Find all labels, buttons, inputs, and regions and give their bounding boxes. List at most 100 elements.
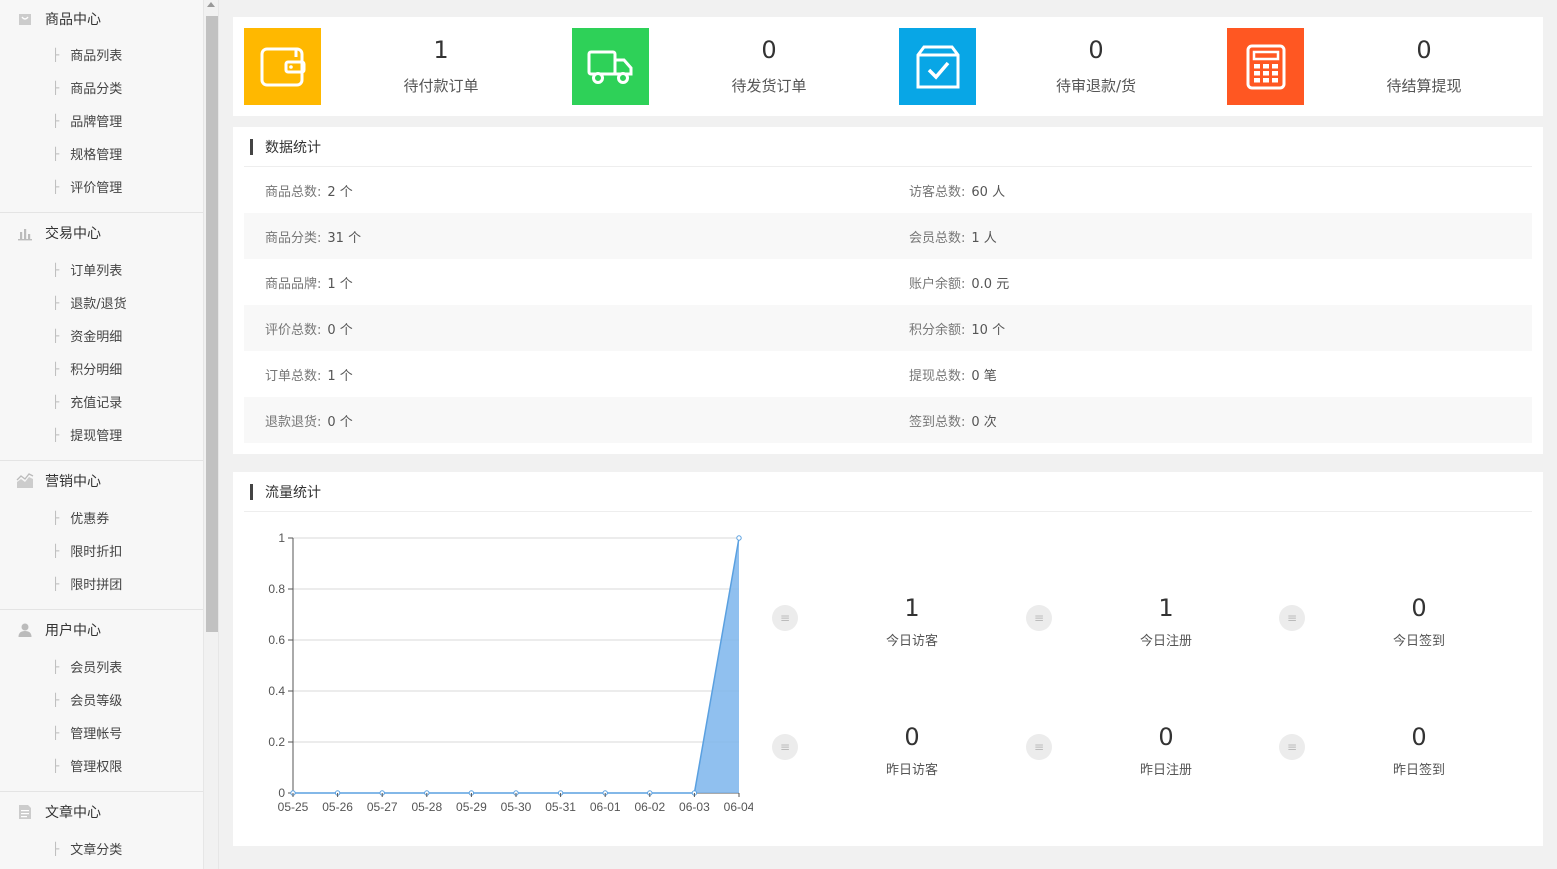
chart-y-tick-label: 0: [278, 786, 285, 800]
tree-branch-icon: ├: [52, 510, 60, 525]
sidebar-group: 营销中心 ├ 优惠券 ├ 限时折扣 ├ 限时拼团: [0, 461, 203, 610]
chart-y-tick-label: 0.6: [268, 633, 285, 647]
menu-lines-icon: ≡: [772, 734, 798, 760]
sidebar-group-header[interactable]: 商品中心: [0, 0, 203, 38]
stats-value: 0 个: [327, 415, 353, 430]
sidebar-item-label: 优惠券: [70, 512, 110, 527]
tree-branch-icon: ├: [52, 113, 60, 128]
traffic-stat-label: 昨日签到: [1392, 763, 1445, 778]
stats-cell: 账户余额: 0.0 元: [909, 273, 1009, 292]
sidebar-item-label: 管理权限: [70, 760, 123, 775]
trend-chart-icon: [16, 472, 34, 490]
sidebar-item[interactable]: ├ 积分明细: [0, 352, 203, 385]
stats-value: 2 个: [327, 185, 353, 200]
stats-value: 0 次: [971, 415, 997, 430]
sidebar: 商品中心 ├ 商品列表 ├ 商品分类 ├ 品牌管理 ├ 规格管理 ├ 评价管理 交易中心 ├ 订单列表 ├ 退…: [0, 0, 203, 869]
summary-card[interactable]: 0 待发货订单: [572, 28, 892, 105]
stats-row: 商品分类: 31 个 会员总数: 1 人: [244, 213, 1532, 259]
summary-card[interactable]: 0 待结算提现: [1227, 28, 1547, 105]
sidebar-group-title: 交易中心: [45, 226, 101, 242]
chart-x-tick-label: 05-29: [456, 800, 487, 814]
traffic-stat-label: 今日注册: [1139, 634, 1192, 649]
sidebar-item-label: 品牌管理: [70, 115, 123, 130]
traffic-chart: 0 0.2 0.4 0.6 0.8 1 05-25 05-26 05-27 05-28 05-29 0…: [268, 531, 753, 814]
sidebar-item[interactable]: ├ 限时折扣: [0, 534, 203, 567]
stats-key: 账户余额:: [909, 277, 966, 292]
sidebar-scrollbar[interactable]: [203, 0, 219, 869]
chart-x-tick-label: 05-28: [411, 800, 442, 814]
scroll-up-arrow-icon[interactable]: [207, 2, 215, 7]
tree-branch-icon: ├: [52, 758, 60, 773]
sidebar-group-header[interactable]: 文章中心: [0, 792, 203, 832]
stats-cell: 积分余额: 10 个: [909, 319, 1005, 338]
bar-chart-icon: [16, 224, 34, 242]
sidebar-item[interactable]: ├ 商品列表: [0, 38, 203, 71]
sidebar-item-label: 充值记录: [70, 396, 123, 411]
tree-branch-icon: ├: [52, 295, 60, 310]
sidebar-item[interactable]: ├ 商品分类: [0, 71, 203, 104]
sidebar-item-label: 会员列表: [70, 661, 123, 676]
sidebar-item[interactable]: ├ 优惠券: [0, 501, 203, 534]
sidebar-item[interactable]: ├ 管理权限: [0, 749, 203, 782]
chart-x-tick-label: 05-26: [322, 800, 353, 814]
sidebar-item[interactable]: ├ 退款/退货: [0, 286, 203, 319]
sidebar-item-label: 评价管理: [70, 181, 123, 196]
menu-lines-icon: ≡: [1026, 734, 1052, 760]
sidebar-group-header[interactable]: 交易中心: [0, 213, 203, 253]
check-box-icon: [899, 28, 976, 105]
traffic-stat: ≡ 0 今日签到: [1279, 588, 1533, 658]
sidebar-group: 用户中心 ├ 会员列表 ├ 会员等级 ├ 管理帐号 ├ 管理权限: [0, 610, 203, 792]
tree-branch-icon: ├: [52, 146, 60, 161]
sidebar-item[interactable]: ├ 会员列表: [0, 650, 203, 683]
menu-lines-icon: ≡: [1279, 605, 1305, 631]
user-icon: [16, 621, 34, 639]
traffic-stat-label: 昨日注册: [1139, 763, 1192, 778]
sidebar-item[interactable]: ├ 品牌管理: [0, 104, 203, 137]
bag-icon: [16, 10, 34, 28]
scroll-thumb[interactable]: [206, 16, 218, 632]
stats-key: 商品品牌:: [265, 277, 322, 292]
menu-lines-icon: ≡: [1026, 605, 1052, 631]
tree-branch-icon: ├: [52, 725, 60, 740]
sidebar-item[interactable]: ├ 充值记录: [0, 385, 203, 418]
stats-cell: 退款退货: 0 个: [265, 411, 353, 430]
stats-cell: 会员总数: 1 人: [909, 227, 997, 246]
sidebar-item-label: 会员等级: [70, 694, 123, 709]
tree-branch-icon: ├: [52, 47, 60, 62]
stats-key: 提现总数:: [909, 369, 966, 384]
sidebar-item-label: 管理帐号: [70, 727, 123, 742]
sidebar-item[interactable]: ├ 订单列表: [0, 253, 203, 286]
stats-key: 商品分类:: [265, 231, 322, 246]
tree-branch-icon: ├: [52, 659, 60, 674]
summary-card-label: 待审退款/货: [1055, 77, 1137, 95]
summary-card[interactable]: 0 待审退款/货: [899, 28, 1219, 105]
stats-cell: 订单总数: 1 个: [265, 365, 353, 384]
sidebar-item-label: 限时折扣: [70, 545, 123, 560]
sidebar-item[interactable]: ├ 提现管理: [0, 418, 203, 451]
sidebar-item-label: 资金明细: [70, 330, 123, 345]
menu-lines-icon: ≡: [772, 605, 798, 631]
sidebar-item[interactable]: ├ 限时拼团: [0, 567, 203, 600]
chart-x-tick-label: 05-31: [545, 800, 576, 814]
stats-value: 1 人: [971, 231, 997, 246]
summary-card-value: 0: [1416, 36, 1432, 64]
tree-branch-icon: ├: [52, 394, 60, 409]
sidebar-item[interactable]: ├ 文章分类: [0, 832, 203, 865]
sidebar-item-label: 积分明细: [70, 363, 123, 378]
sidebar-item[interactable]: ├ 资金明细: [0, 319, 203, 352]
document-icon: [16, 803, 34, 821]
sidebar-item[interactable]: ├ 会员等级: [0, 683, 203, 716]
menu-lines-icon: ≡: [1279, 734, 1305, 760]
traffic-stat-value: 1: [1158, 594, 1174, 622]
sidebar-group-header[interactable]: 用户中心: [0, 610, 203, 650]
chart-y-tick-label: 0.4: [268, 684, 285, 698]
chart-x-tick-label: 06-02: [634, 800, 665, 814]
stats-key: 积分余额:: [909, 323, 966, 338]
sidebar-item[interactable]: ├ 管理帐号: [0, 716, 203, 749]
sidebar-group-header[interactable]: 营销中心: [0, 461, 203, 501]
stats-value: 0.0 元: [971, 277, 1010, 292]
sidebar-item[interactable]: ├ 评价管理: [0, 170, 203, 203]
summary-card[interactable]: 1 待付款订单: [244, 28, 564, 105]
sidebar-item[interactable]: ├ 规格管理: [0, 137, 203, 170]
sidebar-item-label: 规格管理: [70, 148, 123, 163]
